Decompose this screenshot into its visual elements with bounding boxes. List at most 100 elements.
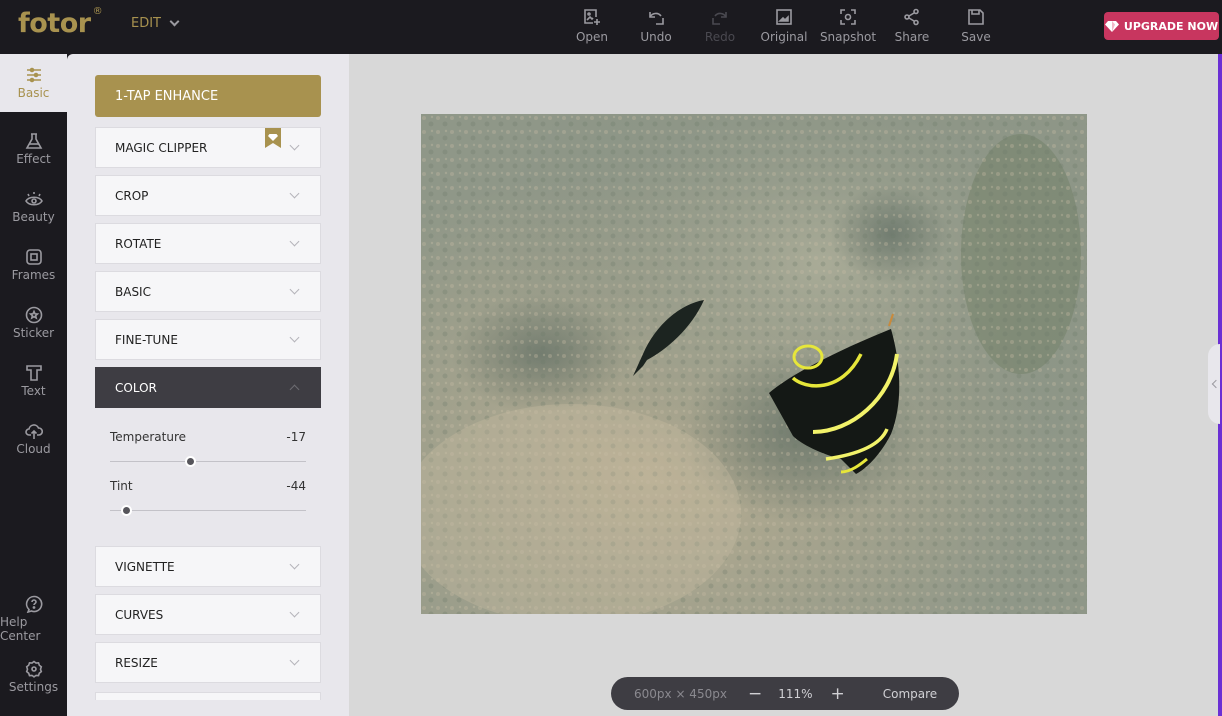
chevron-up-icon [289, 384, 300, 395]
mode-menu-label: EDIT [131, 16, 161, 31]
zoom-in-button[interactable]: + [831, 684, 845, 704]
premium-badge-icon [265, 128, 281, 148]
nav-beauty[interactable]: Beauty [0, 178, 67, 236]
chevron-down-icon [289, 559, 300, 570]
chevron-down-icon [289, 332, 300, 343]
right-panel-toggle[interactable] [1208, 344, 1220, 424]
edited-photo[interactable] [421, 114, 1087, 614]
section-curves[interactable]: CURVES [95, 594, 321, 635]
redo-label: Redo [704, 30, 736, 44]
snapshot-icon [840, 9, 856, 25]
nav-effect-label: Effect [16, 152, 51, 166]
share-button[interactable]: Share [880, 8, 944, 45]
zoom-bar: 600px × 450px − 111% + Compare [611, 677, 959, 710]
canvas-area: 600px × 450px − 111% + Compare [349, 54, 1218, 716]
top-bar: fotor ® EDIT Open Undo Redo Original Sna… [0, 0, 1222, 54]
image-dimensions: 600px × 450px [634, 686, 727, 701]
chevron-left-icon [1211, 379, 1220, 389]
temperature-label: Temperature [110, 430, 187, 444]
snapshot-label: Snapshot [819, 30, 877, 44]
open-button[interactable]: Open [560, 8, 624, 45]
nav-text[interactable]: Text [0, 352, 67, 410]
diamond-icon [1104, 20, 1119, 32]
upgrade-now-button[interactable]: UPGRADE NOW [1104, 12, 1219, 40]
chevron-down-icon [289, 236, 300, 247]
star-circle-icon [25, 306, 42, 324]
left-nav: Basic Effect Beauty Frames Sticker Text … [0, 54, 67, 716]
original-button[interactable]: Original [752, 8, 816, 45]
nav-help-center[interactable]: Help Center [0, 590, 67, 648]
section-label: FINE-TUNE [115, 332, 178, 347]
nav-cloud[interactable]: Cloud [0, 410, 67, 468]
section-vignette[interactable]: VIGNETTE [95, 546, 321, 587]
section-fine-tune[interactable]: FINE-TUNE [95, 319, 321, 360]
tint-slider-thumb[interactable] [120, 505, 132, 516]
next-section-partial [95, 692, 321, 700]
one-tap-enhance-button[interactable]: 1-TAP ENHANCE [95, 75, 321, 117]
redo-button[interactable]: Redo [688, 8, 752, 45]
tint-slider[interactable] [110, 505, 306, 516]
temperature-slider[interactable] [110, 456, 306, 467]
nav-cloud-label: Cloud [16, 442, 51, 456]
chevron-down-icon [289, 188, 300, 199]
section-crop[interactable]: CROP [95, 175, 321, 216]
frame-icon [25, 249, 42, 265]
eye-icon [24, 192, 43, 206]
snapshot-button[interactable]: Snapshot [816, 8, 880, 45]
undo-icon [649, 12, 664, 25]
save-icon [968, 9, 984, 25]
nav-basic-label: Basic [17, 86, 50, 100]
undo-button[interactable]: Undo [624, 8, 688, 45]
mode-menu[interactable]: EDIT [131, 16, 180, 31]
temperature-value: -17 [286, 430, 306, 444]
nav-frames-label: Frames [11, 268, 56, 282]
section-label: CROP [115, 188, 149, 203]
section-resize[interactable]: RESIZE [95, 642, 321, 683]
section-label: ROTATE [115, 236, 162, 251]
zoom-out-button[interactable]: − [748, 684, 762, 704]
nav-basic[interactable]: Basic [0, 54, 67, 112]
tint-value: -44 [286, 479, 306, 493]
compare-button[interactable]: Compare [883, 687, 937, 701]
section-rotate[interactable]: ROTATE [95, 223, 321, 264]
flask-icon [25, 133, 42, 149]
fotor-logo[interactable]: fotor ® [18, 6, 103, 39]
redo-icon [712, 12, 727, 25]
share-label: Share [894, 30, 930, 44]
nav-text-label: Text [21, 384, 46, 398]
nav-sticker-label: Sticker [12, 326, 55, 340]
tint-control: Tint -44 [110, 479, 306, 516]
zoom-level: 111% [778, 686, 813, 701]
chevron-down-icon [169, 16, 180, 27]
section-label: RESIZE [115, 655, 158, 670]
temperature-slider-thumb[interactable] [185, 456, 197, 467]
gear-icon [25, 660, 42, 678]
enhance-label: 1-TAP ENHANCE [115, 88, 219, 104]
section-magic-clipper[interactable]: MAGIC CLIPPER [95, 127, 321, 168]
tint-label: Tint [110, 479, 133, 493]
section-label: VIGNETTE [115, 559, 175, 574]
nav-frames[interactable]: Frames [0, 236, 67, 294]
original-image-icon [776, 9, 792, 25]
nav-beauty-label: Beauty [12, 210, 55, 224]
nav-help-label: Help Center [0, 615, 41, 643]
temperature-control: Temperature -17 [110, 430, 306, 467]
nav-effect[interactable]: Effect [0, 120, 67, 178]
basic-tools-panel: 1-TAP ENHANCE MAGIC CLIPPER CROP ROTATE … [67, 54, 349, 716]
nav-settings-label: Settings [8, 680, 59, 694]
save-button[interactable]: Save [944, 8, 1008, 45]
nav-settings[interactable]: Settings [0, 648, 67, 706]
underwater-photo [421, 114, 1087, 614]
section-basic[interactable]: BASIC [95, 271, 321, 312]
cloud-upload-icon [24, 424, 43, 439]
nav-sticker[interactable]: Sticker [0, 294, 67, 352]
section-label: BASIC [115, 284, 151, 299]
upgrade-label: UPGRADE NOW [1123, 19, 1219, 33]
section-color[interactable]: COLOR [95, 367, 321, 408]
open-image-icon [584, 9, 600, 25]
help-icon [25, 595, 42, 613]
registered-mark: ® [92, 6, 103, 17]
chevron-down-icon [289, 284, 300, 295]
text-icon [25, 365, 42, 381]
chevron-down-icon [289, 607, 300, 618]
